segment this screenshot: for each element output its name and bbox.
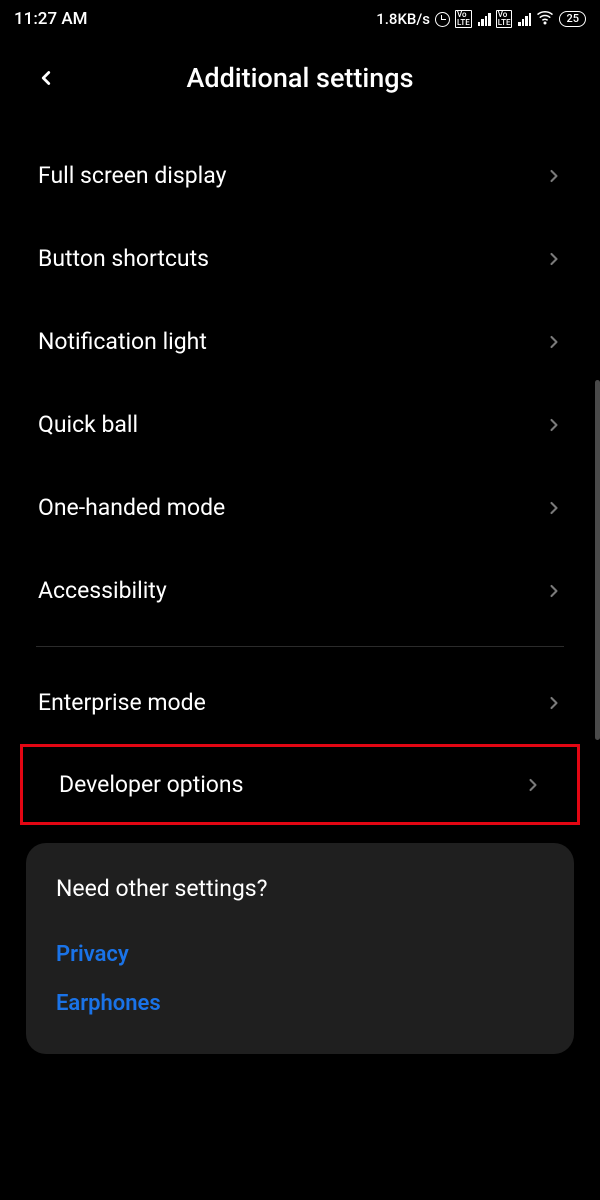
setting-label: Quick ball: [38, 411, 138, 438]
signal-icon-1: [478, 12, 491, 26]
other-settings-title: Need other settings?: [56, 875, 544, 902]
alarm-icon: [435, 12, 450, 27]
battery-icon: 25: [559, 11, 586, 27]
setting-label: One-handed mode: [38, 494, 225, 521]
lte-badge-2: VoLTE: [496, 10, 513, 28]
setting-label: Enterprise mode: [38, 689, 206, 716]
setting-item-accessibility[interactable]: Accessibility: [0, 549, 600, 632]
scroll-indicator[interactable]: [595, 380, 600, 740]
setting-label: Accessibility: [38, 577, 167, 604]
status-bar: 11:27 AM 1.8KB/s VoLTE VoLTE 25: [0, 0, 600, 38]
lte-badge-1: VoLTE: [455, 10, 472, 28]
setting-item-quick-ball[interactable]: Quick ball: [0, 383, 600, 466]
status-time: 11:27 AM: [14, 9, 88, 29]
back-button[interactable]: [28, 60, 64, 96]
data-rate: 1.8KB/s: [376, 10, 430, 28]
setting-item-developer-options[interactable]: Developer options: [20, 744, 580, 825]
chevron-right-icon: [544, 581, 564, 601]
chevron-left-icon: [35, 67, 57, 89]
setting-label: Notification light: [38, 328, 207, 355]
chevron-right-icon: [544, 415, 564, 435]
signal-icon-2: [518, 12, 531, 26]
setting-label: Full screen display: [38, 162, 227, 189]
settings-list: Full screen display Button shortcuts Not…: [0, 114, 600, 1054]
chevron-right-icon: [544, 249, 564, 269]
link-privacy[interactable]: Privacy: [56, 930, 544, 979]
page-header: Additional settings: [0, 38, 600, 114]
setting-item-notification-light[interactable]: Notification light: [0, 300, 600, 383]
page-title: Additional settings: [16, 62, 584, 94]
chevron-right-icon: [544, 332, 564, 352]
setting-item-one-handed[interactable]: One-handed mode: [0, 466, 600, 549]
link-earphones[interactable]: Earphones: [56, 979, 544, 1028]
chevron-right-icon: [544, 498, 564, 518]
chevron-right-icon: [544, 693, 564, 713]
setting-item-enterprise-mode[interactable]: Enterprise mode: [0, 661, 600, 744]
setting-item-button-shortcuts[interactable]: Button shortcuts: [0, 217, 600, 300]
setting-label: Developer options: [59, 771, 244, 798]
status-right-icons: 1.8KB/s VoLTE VoLTE 25: [376, 8, 586, 30]
divider: [36, 646, 564, 647]
other-settings-card: Need other settings? Privacy Earphones: [26, 843, 574, 1054]
wifi-icon: [536, 8, 554, 30]
chevron-right-icon: [523, 775, 543, 795]
chevron-right-icon: [544, 166, 564, 186]
setting-label: Button shortcuts: [38, 245, 209, 272]
setting-item-full-screen[interactable]: Full screen display: [0, 134, 600, 217]
